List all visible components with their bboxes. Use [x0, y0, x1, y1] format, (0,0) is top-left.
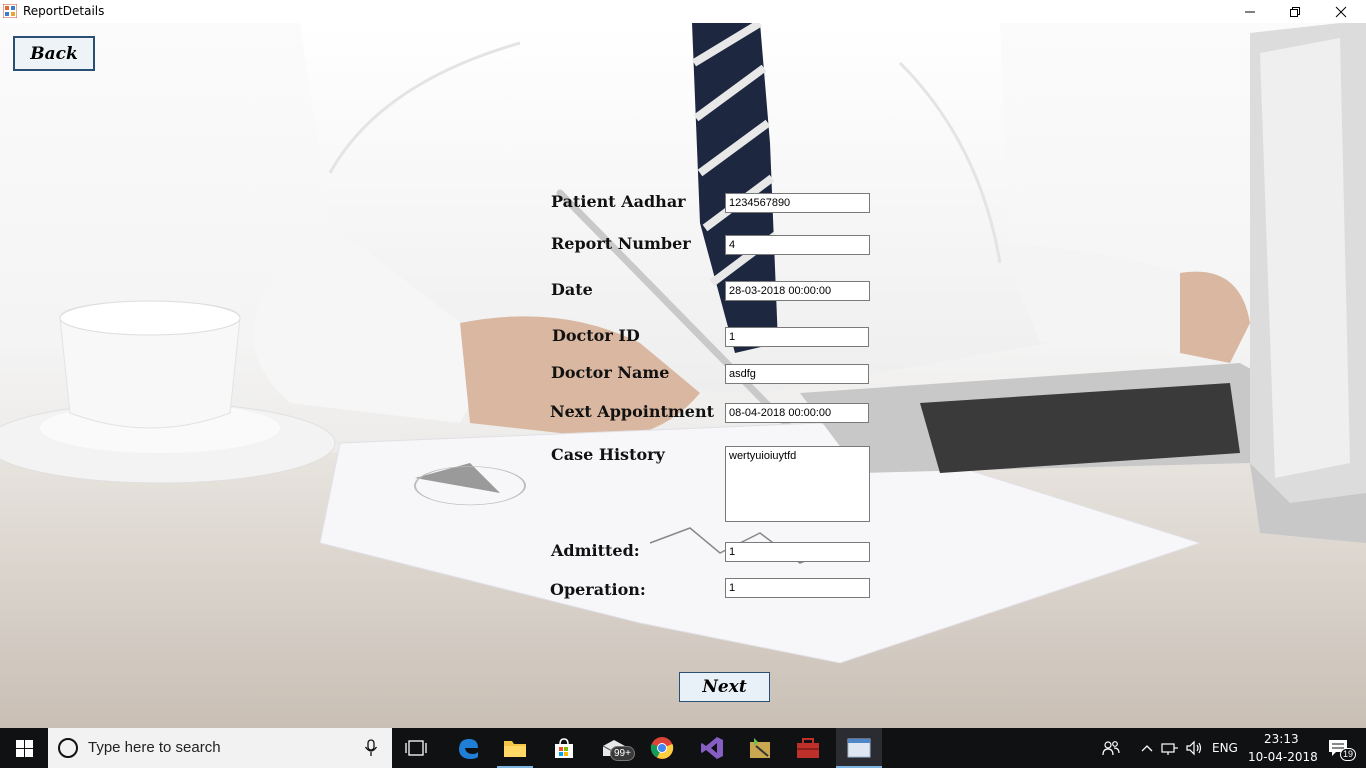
- network-icon: [1161, 743, 1178, 755]
- report-number-label: Report Number: [551, 234, 691, 253]
- clock-time[interactable]: 23:13: [1264, 732, 1299, 746]
- start-button[interactable]: [0, 728, 48, 768]
- visual-studio-taskbar-button[interactable]: [690, 728, 734, 768]
- admitted-label: Admitted:: [551, 541, 640, 560]
- taskbar: Type here to search 99+ ENG 23:13 10-04-…: [0, 728, 1366, 768]
- case-history-label: Case History: [551, 445, 665, 464]
- minimize-button[interactable]: [1227, 0, 1273, 23]
- mail-badge: 99+: [610, 746, 635, 761]
- doctor-name-input[interactable]: [725, 364, 869, 384]
- show-hidden-icons-button[interactable]: [1136, 728, 1158, 768]
- back-button[interactable]: Back: [13, 36, 95, 71]
- toolbox-icon: [797, 738, 819, 758]
- task-view-button[interactable]: [396, 728, 436, 768]
- patient-aadhar-label: Patient Aadhar: [551, 192, 686, 211]
- window-title: ReportDetails: [23, 4, 105, 18]
- patient-aadhar-input[interactable]: [725, 193, 870, 213]
- volume-button[interactable]: [1182, 728, 1206, 768]
- people-icon: [1102, 741, 1120, 756]
- operation-input[interactable]: [725, 578, 870, 598]
- speaker-icon: [1186, 740, 1202, 756]
- clock-date[interactable]: 10-04-2018: [1248, 750, 1318, 764]
- notification-count-badge: 19: [1340, 748, 1357, 761]
- task-view-icon: [405, 740, 427, 756]
- next-appointment-label: Next Appointment: [550, 402, 714, 421]
- chrome-icon: [650, 737, 674, 759]
- edge-icon: [459, 739, 478, 759]
- restore-icon: [1290, 6, 1300, 17]
- file-explorer-taskbar-button[interactable]: [493, 728, 537, 768]
- report-number-input[interactable]: [725, 235, 870, 255]
- doctor-id-input[interactable]: [725, 327, 869, 347]
- tools-icon: [750, 738, 770, 758]
- input-language[interactable]: ENG: [1212, 741, 1238, 755]
- report-details-taskbar-button[interactable]: [836, 728, 882, 768]
- date-input[interactable]: [725, 281, 870, 301]
- visual-studio-icon: [701, 737, 723, 759]
- doctor-name-label: Doctor Name: [551, 363, 670, 382]
- next-button[interactable]: Next: [679, 672, 770, 702]
- close-button[interactable]: [1318, 0, 1364, 23]
- people-button[interactable]: [1098, 728, 1124, 768]
- search-placeholder: Type here to search: [88, 739, 221, 756]
- cortana-icon: [58, 738, 78, 758]
- chevron-up-icon: [1141, 745, 1153, 752]
- restore-button[interactable]: [1272, 0, 1318, 23]
- network-button[interactable]: [1158, 728, 1182, 768]
- windows-logo-icon: [15, 739, 33, 757]
- date-label: Date: [551, 280, 593, 299]
- application-window-icon: [847, 738, 871, 758]
- mail-taskbar-button[interactable]: 99+: [592, 728, 636, 768]
- app-icon: [3, 4, 17, 18]
- operation-label: Operation:: [550, 580, 646, 599]
- edge-taskbar-button[interactable]: [446, 728, 490, 768]
- minimize-icon: [1245, 11, 1255, 12]
- doctor-id-label: Doctor ID: [552, 326, 640, 345]
- chrome-taskbar-button[interactable]: [640, 728, 684, 768]
- microphone-icon[interactable]: [364, 739, 378, 757]
- tools-taskbar-button[interactable]: [738, 728, 782, 768]
- close-icon: [1335, 6, 1347, 17]
- case-history-textarea[interactable]: wertyuioiuytfd: [725, 446, 870, 522]
- store-taskbar-button[interactable]: [542, 728, 586, 768]
- background-photo: [0, 23, 1366, 728]
- office-desk-illustration: [0, 23, 1366, 728]
- folder-icon: [504, 741, 526, 757]
- action-center-button[interactable]: 19: [1318, 728, 1358, 768]
- store-bag-icon: [555, 738, 573, 758]
- next-appointment-input[interactable]: [725, 403, 869, 423]
- title-bar: ReportDetails: [0, 0, 1366, 23]
- admitted-input[interactable]: [725, 542, 870, 562]
- toolbox-taskbar-button[interactable]: [786, 728, 830, 768]
